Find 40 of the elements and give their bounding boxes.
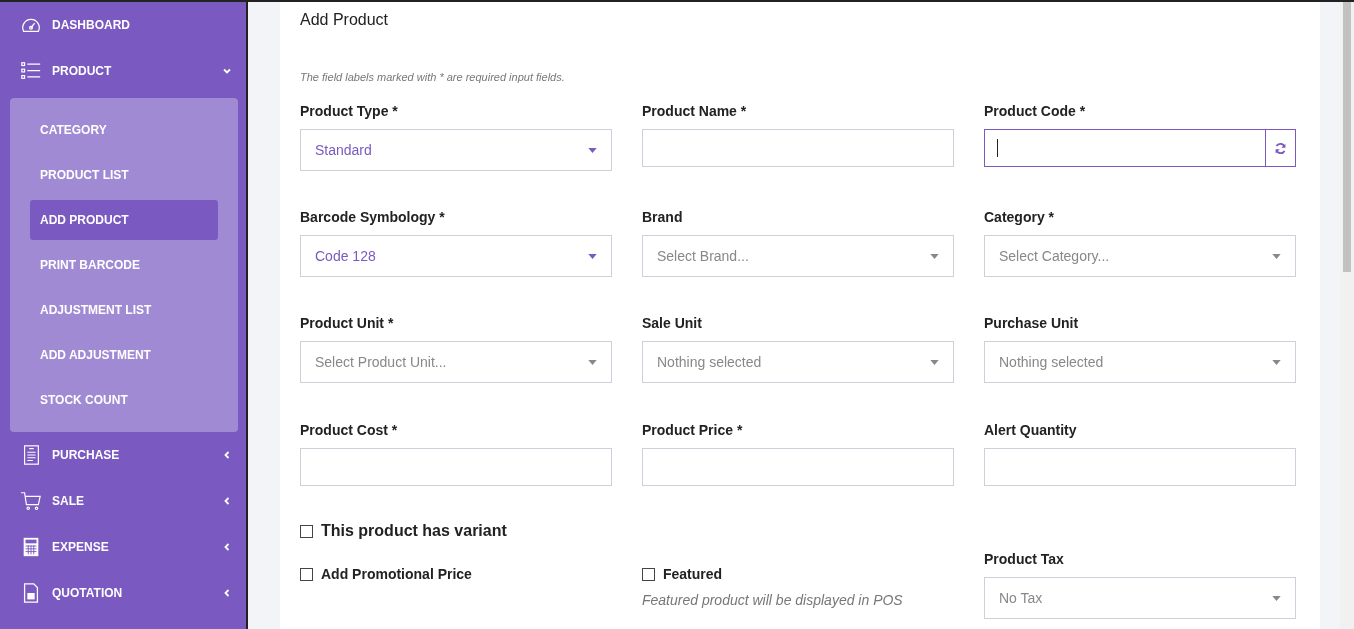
field-label: Product Tax (984, 551, 1065, 567)
submenu-item[interactable]: ADJUSTMENT LIST (30, 290, 218, 330)
form-title: Add Product (300, 10, 390, 29)
nav-item[interactable]: SALE (0, 478, 246, 524)
dropdown[interactable]: Select Product Unit... (300, 341, 612, 383)
dropdown[interactable]: Select Brand... (642, 235, 954, 277)
nav-item[interactable]: PURCHASE (0, 432, 246, 478)
checkbox-label: Add Promotional Price (321, 566, 472, 582)
required-note: The field labels marked with * are required input fields. (300, 71, 566, 83)
dropdown[interactable]: Standard (300, 129, 612, 171)
submenu-item[interactable]: ADD PRODUCT (30, 200, 218, 240)
nav-item[interactable]: PRODUCT (0, 48, 246, 94)
field-label: Product Price * (642, 422, 744, 438)
dropdown[interactable]: Nothing selected (984, 341, 1296, 383)
submenu-item[interactable]: ADD ADJUSTMENT (30, 335, 218, 375)
field-label: Product Unit * (300, 315, 395, 331)
dropdown[interactable]: Code 128 (300, 235, 612, 277)
field-label: Category * (984, 209, 1056, 225)
submenu-item[interactable]: CATEGORY (30, 110, 218, 150)
checkbox-label: This product has variant (321, 522, 507, 540)
submenu-item[interactable]: PRINT BARCODE (30, 245, 218, 285)
field-label: Brand (642, 209, 684, 225)
dropdown[interactable]: No Tax (984, 577, 1296, 619)
nav-item[interactable]: DASHBOARD (0, 2, 246, 48)
checkbox-label: Featured (663, 566, 723, 582)
dropdown[interactable]: Select Category... (984, 235, 1296, 277)
field-label: Purchase Unit (984, 315, 1080, 331)
field-label: Alert Quantity (984, 422, 1078, 438)
hint-text: Featured product will be displayed in POS (642, 592, 904, 608)
nav-item[interactable]: EXPENSE (0, 524, 246, 570)
submenu-item[interactable]: STOCK COUNT (30, 380, 218, 420)
field-label: Product Cost * (300, 422, 399, 438)
field-label: Sale Unit (642, 315, 703, 331)
nav-item[interactable]: QUOTATION (0, 570, 246, 616)
dropdown[interactable]: Nothing selected (642, 341, 954, 383)
submenu-item[interactable]: PRODUCT LIST (30, 155, 218, 195)
field-label: Product Code * (984, 103, 1087, 119)
field-label: Barcode Symbology * (300, 209, 446, 225)
field-label: Product Name * (642, 103, 748, 119)
field-label: Product Type * (300, 103, 399, 119)
